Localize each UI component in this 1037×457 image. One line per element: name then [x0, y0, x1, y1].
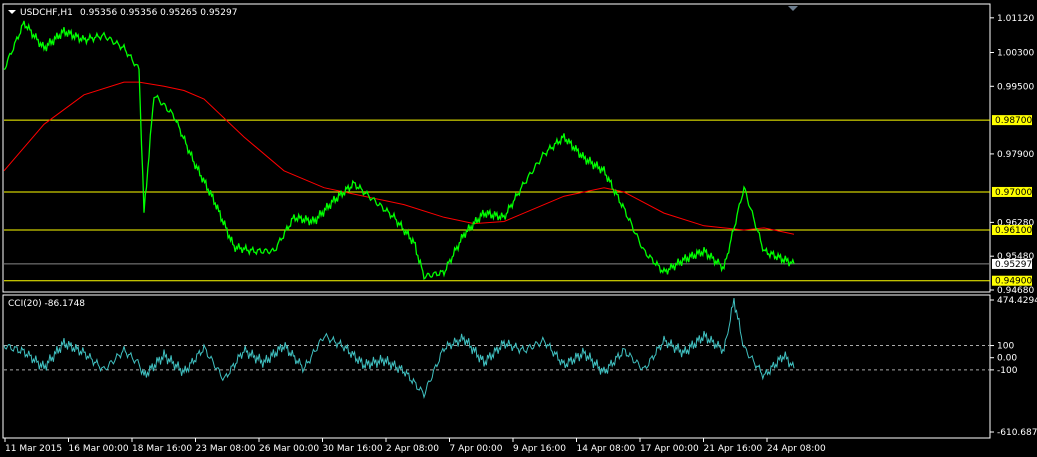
cci-label: CCI(20) -86.1748 [8, 299, 85, 309]
time-label-1: 16 Mar 00:00 [69, 444, 129, 454]
price-tag-3: 0.98700 [995, 116, 1032, 126]
price-tick-label-0: 1.01120 [997, 14, 1034, 24]
cci-tick-label-2: 0.00 [997, 354, 1017, 364]
price-tick-label-4: 0.97900 [997, 150, 1034, 160]
time-label-2: 18 Mar 16:00 [132, 444, 192, 454]
time-label-10: 17 Apr 00:00 [640, 444, 699, 454]
time-label-12: 24 Apr 08:00 [767, 444, 826, 454]
price-tick-label-1: 1.00300 [997, 48, 1034, 58]
cci-tick-label-4: -610.6873 [997, 428, 1037, 438]
time-label-7: 7 Apr 00:00 [450, 444, 503, 454]
symbol-title: USDCHF,H1 [20, 8, 73, 18]
time-label-6: 2 Apr 08:00 [386, 444, 439, 454]
time-label-4: 26 Mar 00:00 [259, 444, 319, 454]
cci-tick-label-3: -100 [997, 366, 1018, 376]
price-axis: 1.01120 1.00300 0.99500 0.98700 0.97900 0.970… [990, 14, 1034, 296]
ohlc-readout: 0.95356 0.95356 0.95265 0.95297 [80, 8, 237, 18]
price-tick-label-2: 0.99500 [997, 82, 1034, 92]
time-label-3: 23 Mar 08:00 [196, 444, 256, 454]
price-tag-5: 0.97000 [995, 188, 1032, 198]
time-label-11: 21 Apr 16:00 [704, 444, 763, 454]
price-tag-7: 0.96100 [995, 226, 1032, 236]
time-label-8: 9 Apr 16:00 [513, 444, 566, 454]
cci-tick-label-0: 474.4294 [997, 296, 1037, 306]
cci-tick-label-1: 100 [997, 342, 1014, 352]
chart-window: USDCHF,H1 0.95356 0.95356 0.95265 0.9529… [0, 0, 1037, 457]
time-label-5: 30 Mar 16:00 [323, 444, 383, 454]
time-label-9: 14 Apr 08:00 [577, 444, 636, 454]
price-tick-label-11: 0.94680 [997, 286, 1034, 296]
time-label-0: 11 Mar 2015 [5, 444, 62, 454]
price-tag-9: 0.95297 [995, 260, 1032, 270]
